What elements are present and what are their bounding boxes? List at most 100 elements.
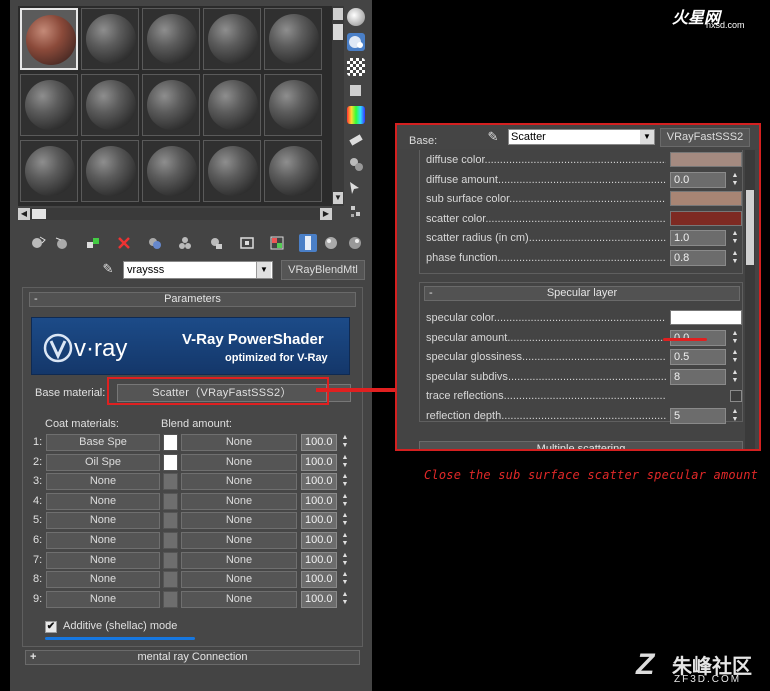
- material-slot[interactable]: [142, 8, 200, 70]
- coat-color-swatch[interactable]: [163, 571, 178, 589]
- put-material-to-scene-icon[interactable]: [53, 234, 71, 252]
- blend-map-button[interactable]: None: [181, 453, 297, 471]
- spinner-arrows-icon[interactable]: ▲ ▼: [730, 172, 740, 188]
- scroll-left-arrow[interactable]: ◀: [18, 208, 30, 220]
- show-end-result-icon[interactable]: [299, 234, 317, 252]
- coat-color-swatch[interactable]: [163, 532, 178, 549]
- param-value-field[interactable]: 0.0: [670, 171, 726, 188]
- make-unique-icon[interactable]: [176, 234, 194, 252]
- coat-material-button[interactable]: None: [46, 551, 160, 569]
- blend-amount-field[interactable]: 100.0: [301, 492, 337, 510]
- material-map-navigator-icon[interactable]: [347, 203, 365, 221]
- material-name-field[interactable]: Scatter: [508, 129, 655, 145]
- material-slot[interactable]: [81, 140, 139, 202]
- blend-map-button[interactable]: None: [181, 590, 297, 608]
- material-slot[interactable]: [20, 140, 78, 202]
- video-color-check-icon[interactable]: [347, 106, 365, 124]
- param-checkbox[interactable]: [730, 390, 742, 403]
- background-checker-icon[interactable]: [347, 58, 365, 76]
- material-slot[interactable]: [81, 8, 139, 70]
- eyedropper-icon[interactable]: ✎: [100, 261, 116, 277]
- material-slot[interactable]: [264, 140, 322, 202]
- param-value-field[interactable]: 8: [670, 368, 726, 385]
- color-swatch[interactable]: [670, 191, 742, 207]
- collapse-toggle[interactable]: -: [34, 293, 38, 306]
- eyedropper-icon[interactable]: ✎: [485, 129, 501, 145]
- coat-color-swatch[interactable]: [163, 551, 178, 569]
- spinner-arrows-icon[interactable]: ▲ ▼: [340, 512, 350, 529]
- scroll-thumb[interactable]: [333, 24, 343, 40]
- scroll-right-arrow[interactable]: ▶: [320, 208, 332, 220]
- material-slot[interactable]: [203, 8, 261, 70]
- collapse-toggle[interactable]: -: [429, 287, 433, 300]
- blend-amount-field[interactable]: 100.0: [301, 512, 337, 530]
- color-swatch[interactable]: [670, 210, 742, 226]
- put-to-library-icon[interactable]: [207, 234, 225, 252]
- base-material-button-ext[interactable]: [327, 384, 351, 402]
- material-slot[interactable]: [81, 74, 139, 136]
- mental-ray-rollout-header[interactable]: + mental ray Connection: [25, 650, 360, 665]
- rollout-header[interactable]: - Parameters: [29, 292, 356, 307]
- spinner-arrows-icon[interactable]: ▲ ▼: [730, 349, 740, 365]
- material-slot[interactable]: [203, 140, 261, 202]
- coat-material-button[interactable]: Oil Spe: [46, 453, 160, 471]
- slots-horizontal-scrollbar[interactable]: ◀ ▶: [18, 208, 332, 220]
- go-to-parent-icon[interactable]: [322, 234, 340, 252]
- spinner-arrows-icon[interactable]: ▲ ▼: [730, 330, 740, 346]
- material-name-field[interactable]: vraysss: [123, 261, 273, 279]
- blend-amount-field[interactable]: 100.0: [301, 453, 337, 471]
- coat-material-button[interactable]: None: [46, 532, 160, 549]
- coat-color-swatch[interactable]: [163, 590, 178, 608]
- material-type-button[interactable]: VRayBlendMtl: [281, 260, 365, 280]
- material-id-channel-icon[interactable]: [238, 234, 256, 252]
- show-map-in-viewport-icon[interactable]: [268, 234, 286, 252]
- coat-material-button[interactable]: None: [46, 512, 160, 530]
- spinner-arrows-icon[interactable]: ▲ ▼: [730, 250, 740, 266]
- multiple-scattering-header[interactable]: Multiple scattering: [419, 441, 743, 449]
- expand-toggle[interactable]: +: [30, 651, 36, 664]
- coat-material-button[interactable]: None: [46, 571, 160, 589]
- scroll-up-arrow[interactable]: [333, 8, 343, 20]
- chevron-down-icon[interactable]: ▼: [256, 262, 271, 278]
- spinner-arrows-icon[interactable]: ▲ ▼: [730, 369, 740, 385]
- spinner-arrows-icon[interactable]: ▲ ▼: [730, 230, 740, 246]
- material-slot[interactable]: [203, 74, 261, 136]
- sample-uv-tiling-icon[interactable]: [347, 82, 365, 100]
- material-slot[interactable]: [20, 8, 78, 70]
- spinner-arrows-icon[interactable]: ▲ ▼: [340, 493, 350, 510]
- coat-color-swatch[interactable]: [163, 512, 178, 530]
- coat-color-swatch[interactable]: [163, 453, 178, 471]
- blend-map-button[interactable]: None: [181, 571, 297, 589]
- make-material-copy-icon[interactable]: [146, 234, 164, 252]
- specular-layer-header[interactable]: - Specular layer: [424, 286, 740, 301]
- scroll-thumb[interactable]: [32, 209, 46, 219]
- spinner-arrows-icon[interactable]: ▲ ▼: [340, 571, 350, 588]
- go-forward-to-sibling-icon[interactable]: [346, 234, 364, 252]
- spinner-arrows-icon[interactable]: ▲ ▼: [340, 591, 350, 608]
- param-value-field[interactable]: 1.0: [670, 230, 726, 247]
- spinner-arrows-icon[interactable]: ▲ ▼: [340, 454, 350, 471]
- blend-map-button[interactable]: None: [181, 512, 297, 530]
- material-type-button[interactable]: VRayFastSSS2: [660, 128, 750, 147]
- spinner-arrows-icon[interactable]: ▲ ▼: [340, 434, 350, 451]
- material-slot[interactable]: [264, 8, 322, 70]
- spinner-arrows-icon[interactable]: ▲ ▼: [340, 552, 350, 569]
- panel-scrollbar[interactable]: [745, 150, 755, 449]
- spinner-arrows-icon[interactable]: ▲ ▼: [730, 408, 740, 424]
- spinner-arrows-icon[interactable]: ▲ ▼: [340, 473, 350, 490]
- assign-material-to-selection-icon[interactable]: [84, 234, 102, 252]
- param-value-field[interactable]: 0.5: [670, 349, 726, 366]
- coat-material-button[interactable]: None: [46, 492, 160, 510]
- select-by-material-icon[interactable]: [347, 179, 365, 197]
- chevron-down-icon[interactable]: ▼: [640, 130, 654, 144]
- blend-amount-field[interactable]: 100.0: [301, 473, 337, 491]
- backlight-icon[interactable]: [347, 33, 365, 51]
- get-material-icon[interactable]: [30, 234, 48, 252]
- coat-color-swatch[interactable]: [163, 473, 178, 491]
- additive-mode-checkbox[interactable]: ✔: [45, 621, 57, 633]
- sample-type-sphere-icon[interactable]: [347, 8, 365, 26]
- additive-mode-checkbox-row[interactable]: ✔ Additive (shellac) mode: [45, 620, 215, 636]
- blend-map-button[interactable]: None: [181, 473, 297, 491]
- material-slot[interactable]: [142, 140, 200, 202]
- spinner-arrows-icon[interactable]: ▲ ▼: [340, 532, 350, 549]
